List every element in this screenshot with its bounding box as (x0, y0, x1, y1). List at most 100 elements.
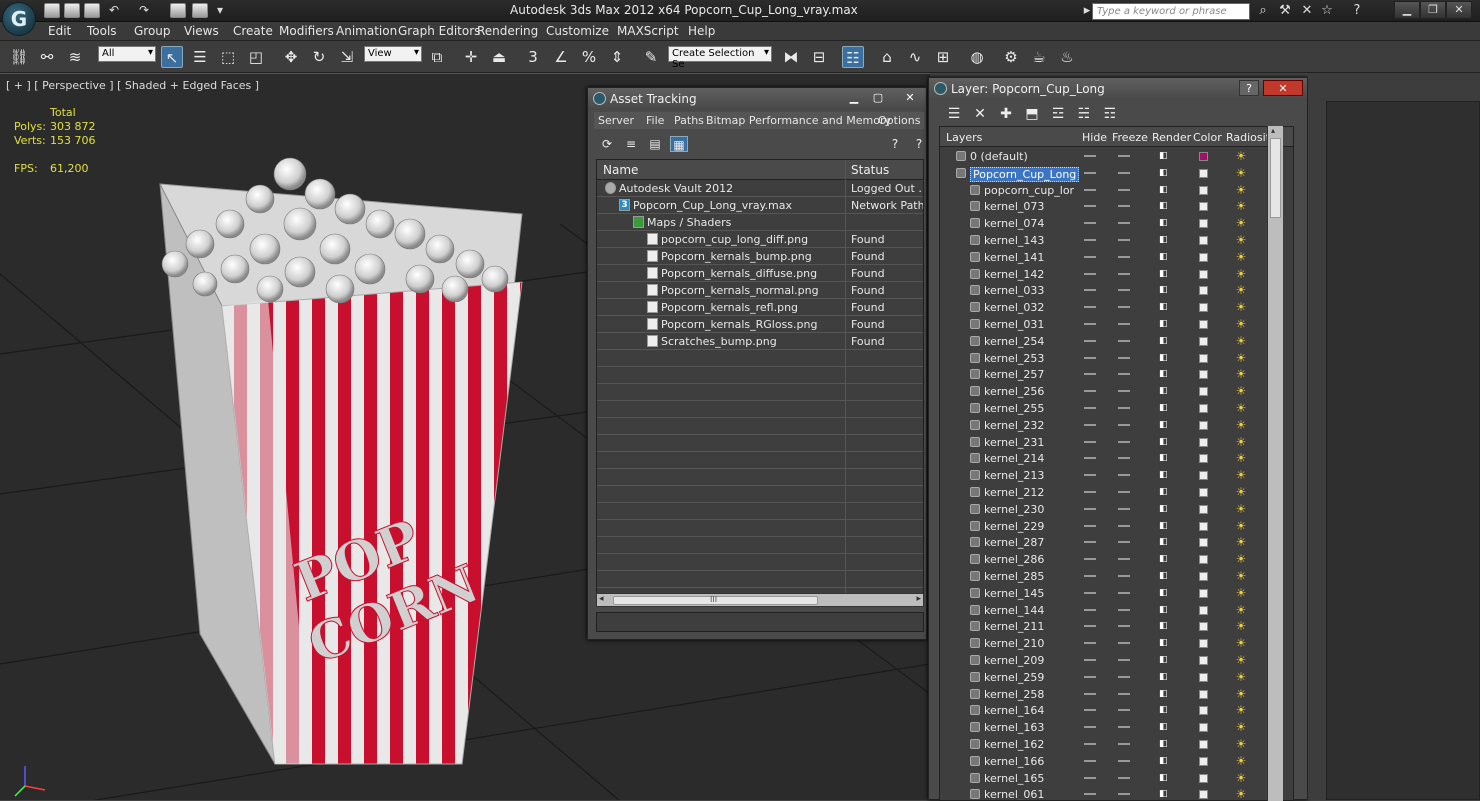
select-object-icon[interactable]: ↖ (161, 46, 183, 68)
scroll-left-icon[interactable]: ◂ (599, 594, 604, 604)
scroll-up-icon[interactable]: ▴ (1271, 126, 1275, 135)
radiosity-icon[interactable]: ☀ (1234, 771, 1248, 785)
hide-toggle[interactable] (1084, 188, 1096, 191)
hide-toggle[interactable] (1084, 457, 1096, 460)
layer-object-row[interactable]: kernel_032 ◧ ☀ (940, 299, 1290, 316)
layer-object-row[interactable]: kernel_142 ◧ ☀ (940, 266, 1290, 283)
asset-row[interactable]: Maps / Shaders (597, 214, 923, 231)
delete-layer-icon[interactable]: ✕ (969, 104, 991, 124)
layer-color-swatch[interactable] (1199, 538, 1208, 548)
layer-object-row[interactable]: kernel_230 ◧ ☀ (940, 501, 1290, 518)
asset-menu-server[interactable]: Server (598, 114, 634, 127)
radiosity-icon[interactable]: ☀ (1234, 233, 1248, 247)
radiosity-icon[interactable]: ☀ (1234, 703, 1248, 717)
render-teapot-icon[interactable]: ◧ (1159, 269, 1170, 279)
hide-toggle[interactable] (1084, 423, 1096, 426)
radiosity-icon[interactable]: ☀ (1234, 603, 1248, 617)
refresh-icon[interactable]: ⟳ (598, 136, 616, 152)
new-file-icon[interactable] (44, 3, 60, 18)
layer-color-swatch[interactable] (1199, 689, 1208, 699)
render-teapot-icon[interactable]: ◧ (1159, 168, 1170, 178)
hide-toggle[interactable] (1084, 356, 1096, 359)
layer-name[interactable]: kernel_061 (984, 788, 1044, 800)
layer-name[interactable]: popcorn_cup_lor (984, 184, 1074, 197)
layer-object-row[interactable]: kernel_254 ◧ ☀ (940, 333, 1290, 350)
asset-horizontal-scrollbar[interactable]: ◂ III ▸ (596, 593, 924, 607)
layer-name[interactable]: kernel_163 (984, 721, 1044, 734)
percent-snap-icon[interactable]: % (578, 46, 600, 68)
layer-object-row[interactable]: kernel_162 ◧ ☀ (940, 736, 1290, 753)
asset-menu-bitmap[interactable]: Bitmap Performance and Memory (706, 114, 891, 127)
render-teapot-icon[interactable]: ◧ (1159, 252, 1170, 262)
asset-row[interactable]: Popcorn_kernals_diffuse.png Found (597, 265, 923, 282)
help-icon-asset[interactable]: ? (886, 136, 904, 152)
hide-toggle[interactable] (1084, 474, 1096, 477)
layer-object-row[interactable]: kernel_144 ◧ ☀ (940, 602, 1290, 619)
help-icon[interactable]: ? (1348, 3, 1366, 19)
list-view-icon[interactable]: ≡ (622, 136, 640, 152)
radiosity-icon[interactable]: ☀ (1234, 569, 1248, 583)
layer-row[interactable]: Popcorn_Cup_Long ◧ ☀ (940, 165, 1290, 182)
menu-graph-editors[interactable]: Graph Editors (398, 24, 480, 38)
layer-object-row[interactable]: kernel_253 ◧ ☀ (940, 350, 1290, 367)
layer-object-row[interactable]: kernel_143 ◧ ☀ (940, 232, 1290, 249)
hide-toggle[interactable] (1084, 289, 1096, 292)
asset-row[interactable]: Popcorn_kernals_refl.png Found (597, 299, 923, 316)
hide-toggle[interactable] (1084, 759, 1096, 762)
menu-customize[interactable]: Customize (546, 24, 609, 38)
render-teapot-icon[interactable]: ◧ (1159, 554, 1170, 564)
layer-name[interactable]: kernel_210 (984, 637, 1044, 650)
layer-name[interactable]: kernel_229 (984, 520, 1044, 533)
render-teapot-icon[interactable]: ◧ (1159, 689, 1170, 699)
layer-object-row[interactable]: kernel_166 ◧ ☀ (940, 753, 1290, 770)
render-teapot-icon[interactable]: ◧ (1159, 420, 1170, 430)
scroll-right-icon[interactable]: ▸ (916, 594, 921, 604)
layer-color-swatch[interactable] (1199, 336, 1208, 346)
freeze-toggle[interactable] (1118, 356, 1130, 359)
freeze-toggle[interactable] (1118, 692, 1130, 695)
hide-toggle[interactable] (1084, 507, 1096, 510)
layer-color-swatch[interactable] (1199, 723, 1208, 733)
asset-row[interactable]: Popcorn_kernals_RGloss.png Found (597, 316, 923, 333)
render-teapot-icon[interactable]: ◧ (1159, 470, 1170, 480)
radiosity-icon[interactable]: ☀ (1234, 586, 1248, 600)
radiosity-icon[interactable]: ☀ (1234, 216, 1248, 230)
render-teapot-icon[interactable]: ◧ (1159, 672, 1170, 682)
close-button[interactable]: ✕ (1446, 1, 1472, 19)
layer-color-swatch[interactable] (1199, 488, 1208, 497)
hide-toggle[interactable] (1084, 205, 1096, 208)
menu-group[interactable]: Group (134, 24, 171, 38)
freeze-toggle[interactable] (1118, 255, 1130, 258)
freeze-toggle[interactable] (1118, 171, 1130, 174)
layer-close-button[interactable]: ✕ (1263, 80, 1303, 96)
radiosity-icon[interactable]: ☀ (1234, 418, 1248, 432)
layer-color-swatch[interactable] (1199, 185, 1208, 195)
layer-color-swatch[interactable] (1199, 370, 1208, 380)
layer-color-swatch[interactable] (1199, 404, 1208, 413)
freeze-toggle[interactable] (1118, 591, 1130, 594)
asset-menu-paths[interactable]: Paths (674, 114, 704, 127)
asset-close-button[interactable]: ✕ (900, 90, 920, 106)
layer-object-row[interactable]: kernel_164 ◧ ☀ (940, 702, 1290, 719)
asset-menu-file[interactable]: File (646, 114, 664, 127)
app-logo-icon[interactable]: G (2, 2, 36, 36)
layer-object-row[interactable]: kernel_287 ◧ ☀ (940, 534, 1290, 551)
asset-menu-options[interactable]: Options (878, 114, 920, 127)
render-teapot-icon[interactable]: ◧ (1159, 319, 1170, 329)
freeze-toggle[interactable] (1118, 709, 1130, 712)
layer-name[interactable]: kernel_033 (984, 284, 1044, 297)
layer-object-row[interactable]: kernel_256 ◧ ☀ (940, 383, 1290, 400)
layer-color-swatch[interactable] (1199, 672, 1208, 682)
freeze-toggle[interactable] (1118, 491, 1130, 493)
undo-icon[interactable]: ↶ (106, 3, 122, 18)
freeze-toggle[interactable] (1118, 575, 1130, 577)
freeze-toggle[interactable] (1118, 743, 1130, 745)
radiosity-icon[interactable]: ☀ (1234, 351, 1248, 365)
render-teapot-icon[interactable]: ◧ (1159, 218, 1170, 228)
add-to-layer-icon[interactable]: ✚ (995, 104, 1017, 124)
freeze-toggle[interactable] (1118, 474, 1130, 477)
menu-tools[interactable]: Tools (87, 24, 117, 38)
radiosity-icon[interactable]: ☀ (1234, 502, 1248, 516)
layer-color-swatch[interactable] (1199, 353, 1208, 363)
freeze-toggle[interactable] (1118, 188, 1130, 191)
